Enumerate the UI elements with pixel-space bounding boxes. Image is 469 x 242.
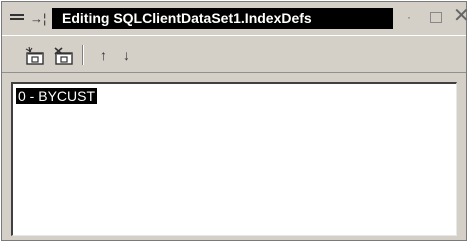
window-title: Editing SQLClientDataSet1.IndexDefs [52,8,393,29]
move-down-button[interactable]: ↓ [123,48,130,62]
add-new-button[interactable] [24,46,46,66]
arrow-up-icon: ↑ [100,47,107,63]
system-menu-icon[interactable] [10,14,24,24]
pin-icon[interactable]: →¦ [30,12,46,25]
close-button[interactable]: ✕ [453,6,469,26]
delete-button[interactable] [53,46,75,66]
minimize-button[interactable]: · [407,11,411,23]
toolbar-separator [82,45,84,65]
move-up-button[interactable]: ↑ [100,48,107,62]
index-defs-editor-window: →¦ Editing SQLClientDataSet1.IndexDefs ·… [1,1,469,241]
add-new-icon [25,46,44,65]
title-bar[interactable]: →¦ Editing SQLClientDataSet1.IndexDefs ·… [2,2,469,32]
arrow-down-icon: ↓ [123,47,130,63]
list-item[interactable]: 0 - BYCUST [16,88,98,104]
toolbar: ↑ ↓ [2,35,466,73]
delete-icon [54,47,73,65]
maximize-button[interactable] [430,12,442,23]
index-list[interactable]: 0 - BYCUST [11,82,457,236]
